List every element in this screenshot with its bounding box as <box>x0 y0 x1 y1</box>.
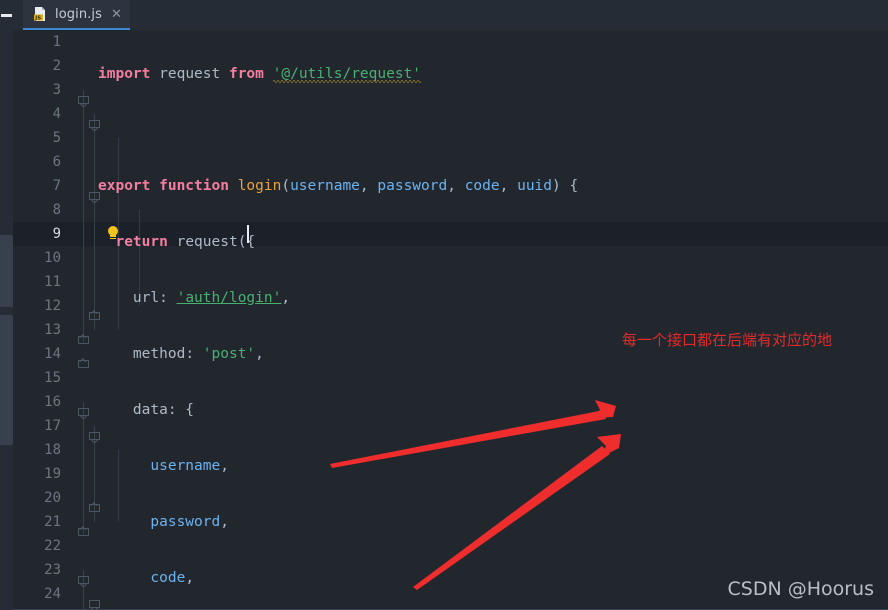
code-line-9: password, <box>150 514 229 530</box>
line-number: 6 <box>52 154 61 170</box>
line-number: 8 <box>52 202 61 218</box>
line-number: 16 <box>44 394 61 410</box>
line-number: 10 <box>44 250 61 266</box>
line-number: 12 <box>44 298 61 314</box>
tab-login-js[interactable]: JS login.js ✕ <box>23 0 130 30</box>
line-number: 23 <box>44 562 61 578</box>
line-number: 22 <box>44 538 61 554</box>
quick-fix-lightbulb-icon[interactable] <box>106 225 121 243</box>
line-number: 17 <box>44 418 61 434</box>
lightbulb-base <box>110 235 116 237</box>
left-scrollbar-track[interactable] <box>0 30 13 610</box>
line-number: 4 <box>52 106 61 122</box>
line-number: 14 <box>44 346 61 362</box>
code-line-7: data: { <box>132 402 195 418</box>
line-number: 5 <box>52 130 61 146</box>
line-number: 2 <box>52 58 61 74</box>
source-code[interactable]: import request from '@/utils/request' ex… <box>98 30 578 610</box>
code-line-5: url: 'auth/login', <box>132 290 291 306</box>
left-scrollbar-thumb-secondary[interactable] <box>0 315 13 445</box>
code-line-10: code, <box>150 570 195 586</box>
import-path-string: '@/utils/request' <box>272 66 422 82</box>
code-line-6: method: 'post', <box>132 346 264 362</box>
line-number: 20 <box>44 490 61 506</box>
left-scrollbar-thumb[interactable] <box>0 235 13 307</box>
csdn-watermark: CSDN @Hoorus <box>727 578 875 600</box>
line-number: 13 <box>44 322 61 338</box>
text-cursor <box>247 225 249 243</box>
tab-label: login.js <box>55 6 102 22</box>
line-number: 21 <box>44 514 61 530</box>
line-number: 19 <box>44 466 61 482</box>
vscode-editor-window: JS login.js ✕ 1 2 3 4 5 6 7 8 9 10 11 12… <box>0 0 888 610</box>
line-number: 15 <box>44 370 61 386</box>
line-number: 7 <box>52 178 61 194</box>
line-number: 18 <box>44 442 61 458</box>
svg-text:JS: JS <box>34 15 41 21</box>
close-icon[interactable]: ✕ <box>111 8 122 21</box>
lightbulb-base-2 <box>110 237 116 239</box>
line-number: 1 <box>52 34 61 50</box>
code-editor[interactable]: 1 2 3 4 5 6 7 8 9 10 11 12 13 14 15 16 1… <box>13 30 888 610</box>
code-line-8: username, <box>150 458 229 474</box>
line-number: 9 <box>52 226 61 242</box>
line-number: 3 <box>52 82 61 98</box>
editor-tab-bar: JS login.js ✕ <box>13 0 888 30</box>
left-edge-strip <box>0 0 13 610</box>
line-number: 11 <box>44 274 61 290</box>
code-line-1: import request from '@/utils/request' <box>98 66 422 82</box>
code-line-4: return request({ <box>115 234 255 250</box>
code-line-3: export function login(username, password… <box>98 178 579 194</box>
line-number: 24 <box>44 586 61 602</box>
js-file-icon: JS <box>32 6 48 22</box>
minimize-dash-icon[interactable] <box>1 14 12 17</box>
